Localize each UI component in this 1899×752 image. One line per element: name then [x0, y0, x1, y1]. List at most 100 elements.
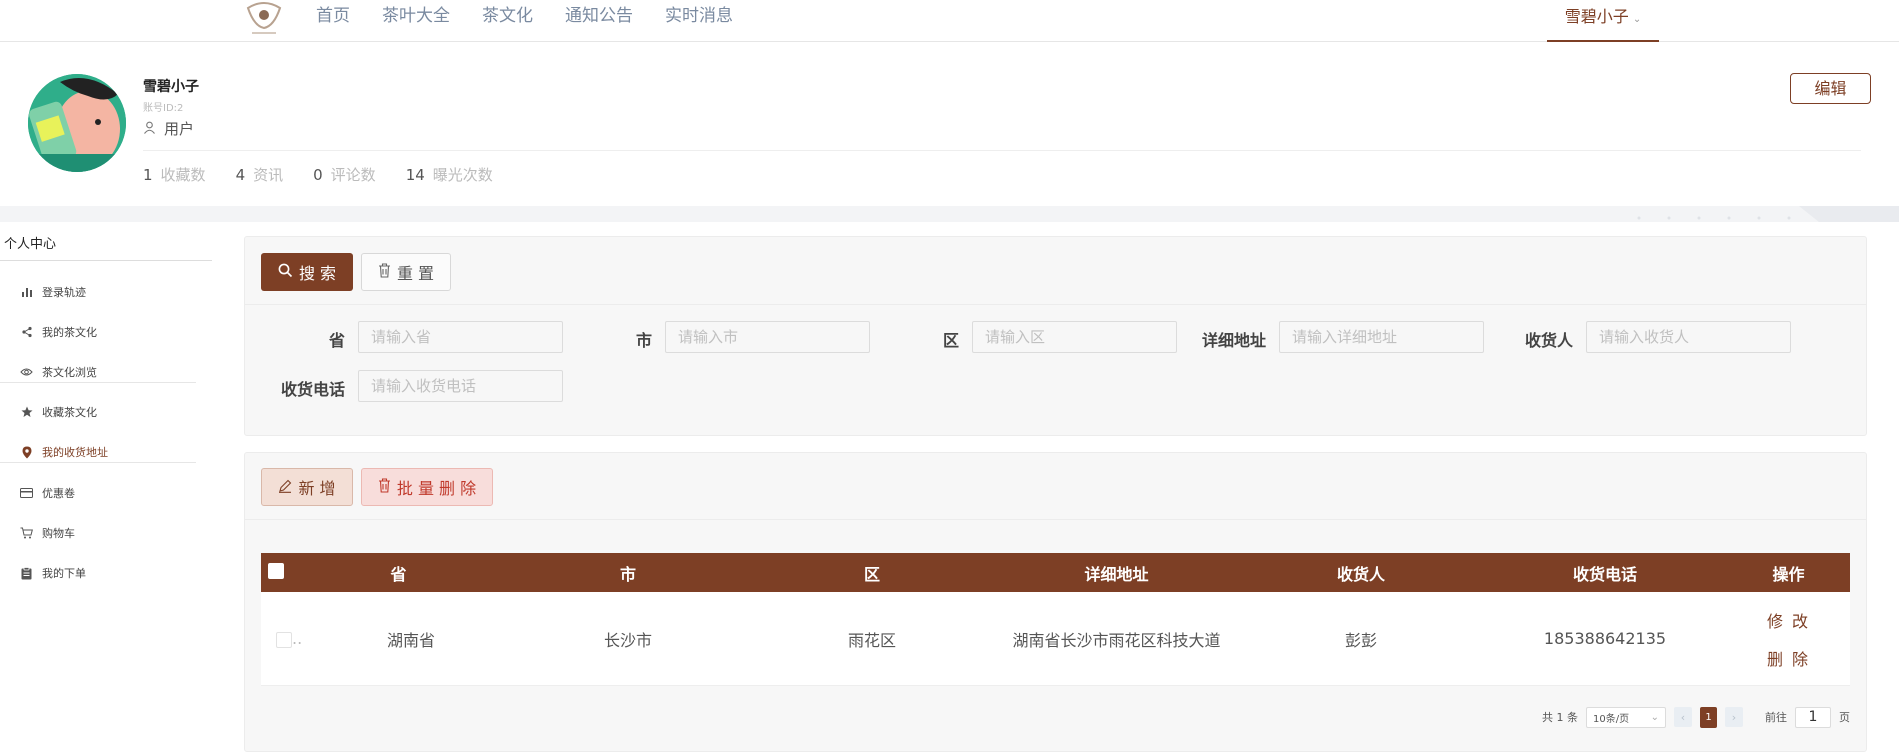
table-toolbar: 新 增 批 量 删 除 — [245, 453, 1866, 520]
goto-prefix: 前往 — [1765, 711, 1787, 724]
sidebar-separator — [0, 382, 196, 383]
main-nav: 首页 茶叶大全 茶文化 通知公告 实时消息 — [300, 0, 749, 38]
sidebar-title: 个人中心 — [4, 237, 57, 252]
row-select-cell: .. — [261, 629, 316, 648]
edit-profile-button[interactable]: 编辑 — [1790, 73, 1871, 104]
cell-province: 湖南省 — [386, 630, 435, 650]
row-checkbox[interactable] — [276, 631, 292, 648]
province-label: 省 — [328, 331, 345, 350]
cell-city: 长沙市 — [603, 630, 652, 650]
cell-district: 雨花区 — [847, 630, 896, 650]
chevron-down-icon: ⌄ — [1632, 14, 1642, 25]
sidebar-item-label: 我的茶文化 — [42, 326, 97, 339]
add-button-label: 新 增 — [298, 479, 336, 498]
batch-delete-button-label: 批 量 删 除 — [396, 479, 477, 498]
header-cell: 详细地址 — [1084, 564, 1149, 584]
stat-favorites: 1 收藏数 — [143, 166, 206, 184]
delete-row-button[interactable]: 删 除 — [1727, 646, 1850, 670]
district-input[interactable] — [972, 321, 1177, 353]
sidebar-item-my-orders[interactable]: 我的下单 — [20, 563, 86, 583]
profile-stats: 1 收藏数 4 资讯 0 评论数 14 曝光次数 — [143, 164, 493, 185]
sidebar-separator — [0, 462, 196, 463]
reset-button[interactable]: 重 置 — [361, 253, 451, 291]
next-page-button[interactable]: › — [1725, 707, 1743, 727]
province-input[interactable] — [358, 321, 563, 353]
nav-tea-culture[interactable]: 茶文化 — [466, 0, 549, 38]
trash-icon — [378, 262, 391, 282]
header-cell: 收货人 — [1336, 564, 1385, 584]
nav-home[interactable]: 首页 — [300, 0, 366, 38]
edit-icon — [278, 478, 292, 497]
search-button-label: 搜 索 — [298, 264, 337, 283]
search-panel: 搜 索 重 置 省 市 区 详细地址 收货人 收货电话 — [244, 236, 1867, 436]
sidebar-item-favorite-tea-culture[interactable]: 收藏茶文化 — [20, 402, 97, 422]
profile-role: 用户 — [143, 118, 194, 139]
cart-icon — [20, 527, 33, 540]
table-row: .. 湖南省 长沙市 雨花区 湖南省长沙市雨花区科技大道 彭彭 18538864… — [261, 592, 1850, 686]
batch-delete-button[interactable]: 批 量 删 除 — [361, 468, 493, 506]
profile-divider — [143, 150, 1861, 151]
prev-page-button[interactable]: ‹ — [1674, 707, 1692, 727]
page-size-select[interactable]: 10条/页 ⌄ — [1586, 706, 1666, 728]
stat-news: 4 资讯 — [235, 166, 284, 184]
site-logo[interactable] — [244, 0, 284, 38]
edit-row-button[interactable]: 修 改 — [1727, 608, 1850, 632]
chevron-down-icon: ⌄ — [1650, 711, 1659, 723]
sidebar-item-coupons[interactable]: 优惠卷 — [20, 483, 75, 503]
stat-comments: 0 评论数 — [313, 166, 376, 184]
sidebar-item-login-history[interactable]: 登录轨迹 — [20, 282, 86, 302]
header-cell: 市 — [619, 564, 636, 584]
role-label: 用户 — [164, 120, 195, 138]
table-header: 省 市 区 详细地址 收货人 收货电话 操作 — [261, 553, 1850, 592]
receiver-phone-label: 收货电话 — [280, 380, 345, 399]
star-icon — [20, 406, 33, 419]
search-button[interactable]: 搜 索 — [261, 253, 353, 291]
sidebar-item-label: 我的下单 — [42, 567, 86, 580]
credit-card-icon — [20, 487, 33, 500]
add-button[interactable]: 新 增 — [261, 468, 353, 506]
page-number-current[interactable]: 1 — [1700, 706, 1717, 728]
header-cell: 收货电话 — [1572, 564, 1637, 584]
header-cell-select — [261, 562, 291, 583]
district-label: 区 — [942, 331, 959, 350]
top-navigation: 首页 茶叶大全 茶文化 通知公告 实时消息 雪碧小子 ⌄ — [0, 0, 1899, 42]
detail-address-label: 详细地址 — [1201, 331, 1266, 350]
sidebar-item-label: 登录轨迹 — [42, 286, 86, 299]
trash-icon — [378, 477, 391, 497]
cell-address: 湖南省长沙市雨花区科技大道 — [1012, 630, 1221, 650]
goto-suffix: 页 — [1839, 711, 1850, 724]
user-menu[interactable]: 雪碧小子 ⌄ — [1547, 0, 1659, 42]
clipboard-icon — [20, 566, 33, 580]
share-icon — [20, 326, 33, 339]
sidebar-item-label: 茶文化浏览 — [42, 366, 97, 379]
sidebar-item-label: 收藏茶文化 — [42, 406, 97, 419]
select-all-checkbox[interactable] — [268, 562, 284, 579]
goto-page-input[interactable] — [1795, 706, 1831, 728]
avatar — [28, 74, 126, 172]
sidebar-item-tea-culture-browse[interactable]: 茶文化浏览 — [20, 362, 97, 382]
city-input[interactable] — [665, 321, 870, 353]
chevron-left-icon: ‹ — [1680, 710, 1686, 724]
header-cell: 区 — [863, 564, 880, 584]
account-id: 账号ID:2 — [143, 103, 184, 114]
cell-phone: 185388642135 — [1543, 629, 1667, 648]
sidebar-divider — [0, 260, 212, 261]
chevron-right-icon: › — [1731, 710, 1737, 724]
receiver-input[interactable] — [1586, 321, 1791, 353]
nav-announcements[interactable]: 通知公告 — [549, 0, 649, 38]
sidebar-item-cart[interactable]: 购物车 — [20, 523, 75, 543]
nav-tea-encyclopedia[interactable]: 茶叶大全 — [366, 0, 466, 38]
pagination: 共 1 条 10条/页 ⌄ ‹ 1 › 前往 页 — [1542, 706, 1850, 728]
sidebar-item-label: 我的收货地址 — [42, 446, 108, 459]
header-cell: 操作 — [1772, 564, 1805, 584]
page-size-value: 10条/页 — [1593, 713, 1630, 725]
cell-actions: 修 改 删 除 — [1727, 608, 1850, 670]
section-band — [0, 206, 1899, 222]
nav-live-messages[interactable]: 实时消息 — [649, 0, 749, 38]
sidebar-item-my-tea-culture[interactable]: 我的茶文化 — [20, 322, 97, 342]
pagination-total: 共 1 条 — [1542, 711, 1578, 724]
detail-address-input[interactable] — [1279, 321, 1484, 353]
sidebar-item-my-addresses[interactable]: 我的收货地址 — [20, 442, 108, 462]
receiver-phone-input[interactable] — [358, 370, 563, 402]
profile-header: 雪碧小子 账号ID:2 用户 1 收藏数 4 资讯 0 评论数 14 曝光次数 编辑 — [0, 56, 1899, 206]
